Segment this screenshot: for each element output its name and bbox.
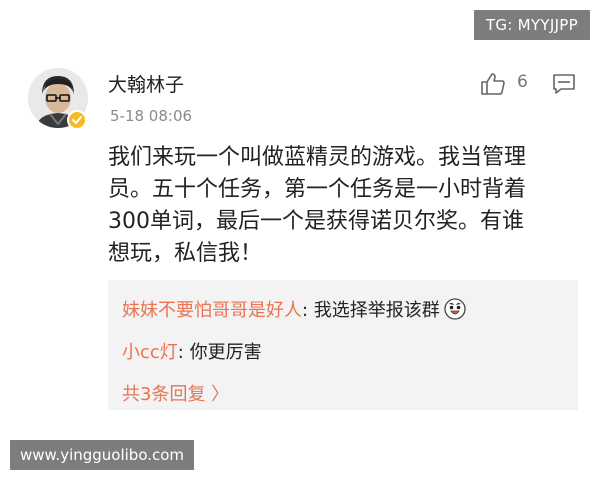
comment-icon[interactable]: [552, 73, 576, 95]
url-watermark: www.yingguolibo.com: [10, 440, 195, 470]
like-count: 6: [517, 72, 528, 92]
post-line: 员。五十个任务，第一个任务是一小时背着: [108, 177, 527, 202]
reply-item: 小cc灯: 你更厉害: [122, 338, 262, 364]
post-line: 想玩，私信我！: [108, 241, 263, 266]
reply-box: 妹妹不要怕哥哥是好人: 我选择举报该群 小cc灯: 你更厉害 共3条回复 〉: [108, 280, 578, 410]
verified-badge-icon: [67, 110, 87, 130]
reply-separator: :: [177, 342, 190, 363]
post-line: 300单词，最后一个是获得诺贝尔奖。有谁: [108, 209, 524, 234]
reply-author[interactable]: 妹妹不要怕哥哥是好人: [122, 300, 302, 321]
telegram-watermark: TG: MYYJJPP: [473, 10, 590, 40]
post-body: 我们来玩一个叫做蓝精灵的游戏。我当管理 员。五十个任务，第一个任务是一小时背着 …: [108, 142, 588, 270]
like-icon[interactable]: [480, 72, 506, 96]
reply-separator: :: [302, 300, 314, 321]
post-timestamp: 5-18 08:06: [110, 107, 193, 125]
username[interactable]: 大翰林子: [108, 70, 184, 97]
reply-text: 我选择举报该群: [313, 300, 440, 321]
more-replies-link[interactable]: 共3条回复 〉: [122, 380, 229, 406]
laughing-emoji-icon: [444, 298, 466, 325]
reply-item: 妹妹不要怕哥哥是好人: 我选择举报该群: [122, 296, 466, 325]
reply-author[interactable]: 小cc灯: [122, 342, 178, 363]
reply-text: 你更厉害: [189, 342, 262, 363]
post-line: 我们来玩一个叫做蓝精灵的游戏。我当管理: [108, 145, 527, 170]
